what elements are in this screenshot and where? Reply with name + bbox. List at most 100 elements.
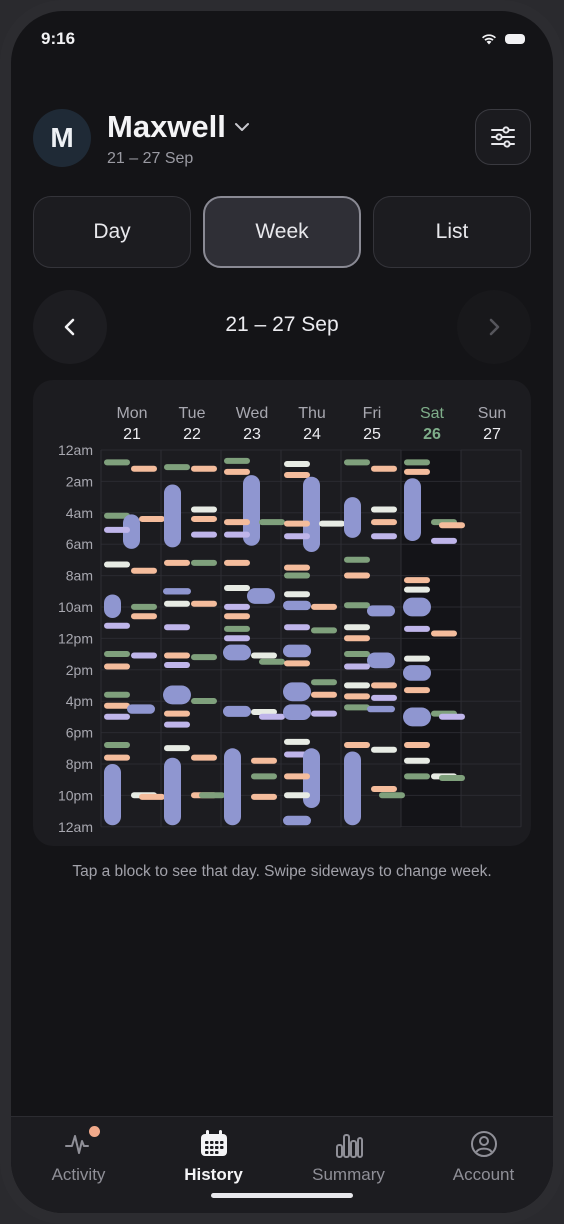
activity-block xyxy=(404,459,430,466)
activity-block xyxy=(404,577,430,584)
day-name: Wed xyxy=(236,405,269,422)
activity-block xyxy=(403,665,431,681)
tab-history-label: History xyxy=(184,1165,243,1184)
activity-block xyxy=(344,572,370,579)
week-heatmap[interactable]: 12am 2am 4am 6am 8am 10am 12pm 2pm 4pm 6pm 8pm 10pm… xyxy=(33,380,531,846)
activity-block xyxy=(284,572,310,579)
activity-block xyxy=(284,792,310,799)
activity-block xyxy=(199,792,225,799)
activity-block xyxy=(191,754,217,761)
day-name: Fri xyxy=(363,405,382,422)
chevron-right-icon xyxy=(489,318,500,336)
hour-label: 12am xyxy=(58,819,93,835)
activity-block xyxy=(164,652,190,659)
activity-block xyxy=(191,600,217,607)
activity-block xyxy=(371,682,397,689)
tab-account[interactable]: Account xyxy=(416,1127,551,1185)
tab-activity-label: Activity xyxy=(51,1165,106,1184)
activity-block xyxy=(164,464,190,471)
activity-block xyxy=(311,691,337,698)
tab-summary[interactable]: Summary xyxy=(281,1127,416,1185)
chevron-down-icon xyxy=(234,123,249,131)
home-indicator xyxy=(211,1193,353,1198)
avatar[interactable]: M xyxy=(33,109,91,167)
activity-block xyxy=(404,757,430,764)
activity-block xyxy=(283,644,311,658)
day-date: 26 xyxy=(423,426,441,443)
status-icons xyxy=(481,33,525,45)
activity-block xyxy=(224,635,250,642)
activity-block xyxy=(163,685,191,705)
activity-block xyxy=(284,564,310,571)
activity-block xyxy=(344,742,370,749)
profile-name: Maxwell xyxy=(107,109,226,144)
activity-block xyxy=(403,707,431,727)
tab-list[interactable]: List xyxy=(373,196,531,268)
activity-block xyxy=(439,774,465,781)
activity-block xyxy=(224,748,241,826)
sliders-icon xyxy=(491,126,515,148)
day-name: Tue xyxy=(179,405,206,422)
hour-label: 6am xyxy=(66,536,93,552)
activity-block xyxy=(224,603,250,610)
activity-block xyxy=(284,591,310,598)
activity-block xyxy=(127,704,155,714)
day-date: 27 xyxy=(483,426,501,443)
activity-block xyxy=(251,793,277,800)
activity-block xyxy=(224,519,250,526)
activity-block xyxy=(164,757,181,826)
activity-block xyxy=(224,613,250,620)
activity-block xyxy=(223,644,251,661)
activity-block xyxy=(251,757,277,764)
activity-block xyxy=(371,519,397,526)
activity-block xyxy=(139,793,165,800)
activity-block xyxy=(191,698,217,705)
activity-block xyxy=(131,603,157,610)
wifi-icon xyxy=(482,34,496,45)
activity-block xyxy=(367,652,395,669)
tab-summary-label: Summary xyxy=(312,1165,385,1184)
activity-block xyxy=(284,520,310,527)
activity-block xyxy=(164,661,190,668)
activity-block xyxy=(344,635,370,642)
screen: 9:16 M Maxwell 21 – 27 Sep Day Week List xyxy=(11,11,553,1213)
activity-block xyxy=(367,605,395,617)
activity-block xyxy=(104,691,130,698)
activity-block xyxy=(344,602,370,609)
activity-block xyxy=(311,710,337,717)
status-bar: 9:16 xyxy=(41,29,525,51)
hour-label: 2pm xyxy=(66,662,93,678)
activity-block xyxy=(404,586,430,593)
tab-day[interactable]: Day xyxy=(33,196,191,268)
activity-block xyxy=(344,751,361,826)
activity-block xyxy=(259,519,285,526)
tab-activity[interactable]: Activity xyxy=(11,1126,146,1185)
tab-week[interactable]: Week xyxy=(203,196,361,268)
tab-history[interactable]: History xyxy=(146,1127,281,1185)
activity-block xyxy=(344,459,370,466)
tab-bar: Activity History Summary Account xyxy=(11,1116,553,1213)
activity-icon xyxy=(64,1135,89,1154)
hour-label: 4am xyxy=(66,505,93,521)
day-name: Sun xyxy=(478,405,506,422)
week-chart[interactable]: 12am 2am 4am 6am 8am 10am 12pm 2pm 4pm 6pm 8pm 10pm… xyxy=(33,380,531,846)
status-time: 9:16 xyxy=(41,29,76,48)
activity-block xyxy=(404,468,430,475)
activity-block xyxy=(404,742,430,749)
filter-button[interactable] xyxy=(475,109,531,165)
activity-block xyxy=(439,522,465,529)
day-date: 23 xyxy=(243,426,261,443)
activity-block xyxy=(404,625,430,632)
activity-block xyxy=(224,531,250,538)
activity-block xyxy=(191,515,217,522)
next-week-button[interactable] xyxy=(457,290,531,364)
hour-label: 12am xyxy=(58,442,93,458)
activity-block xyxy=(371,785,397,792)
activity-block xyxy=(283,815,311,826)
activity-block xyxy=(311,627,337,634)
activity-block xyxy=(191,531,217,538)
activity-block xyxy=(283,600,311,611)
activity-block xyxy=(191,506,217,513)
activity-block xyxy=(319,520,345,527)
profile-switcher[interactable]: Maxwell xyxy=(107,109,250,145)
